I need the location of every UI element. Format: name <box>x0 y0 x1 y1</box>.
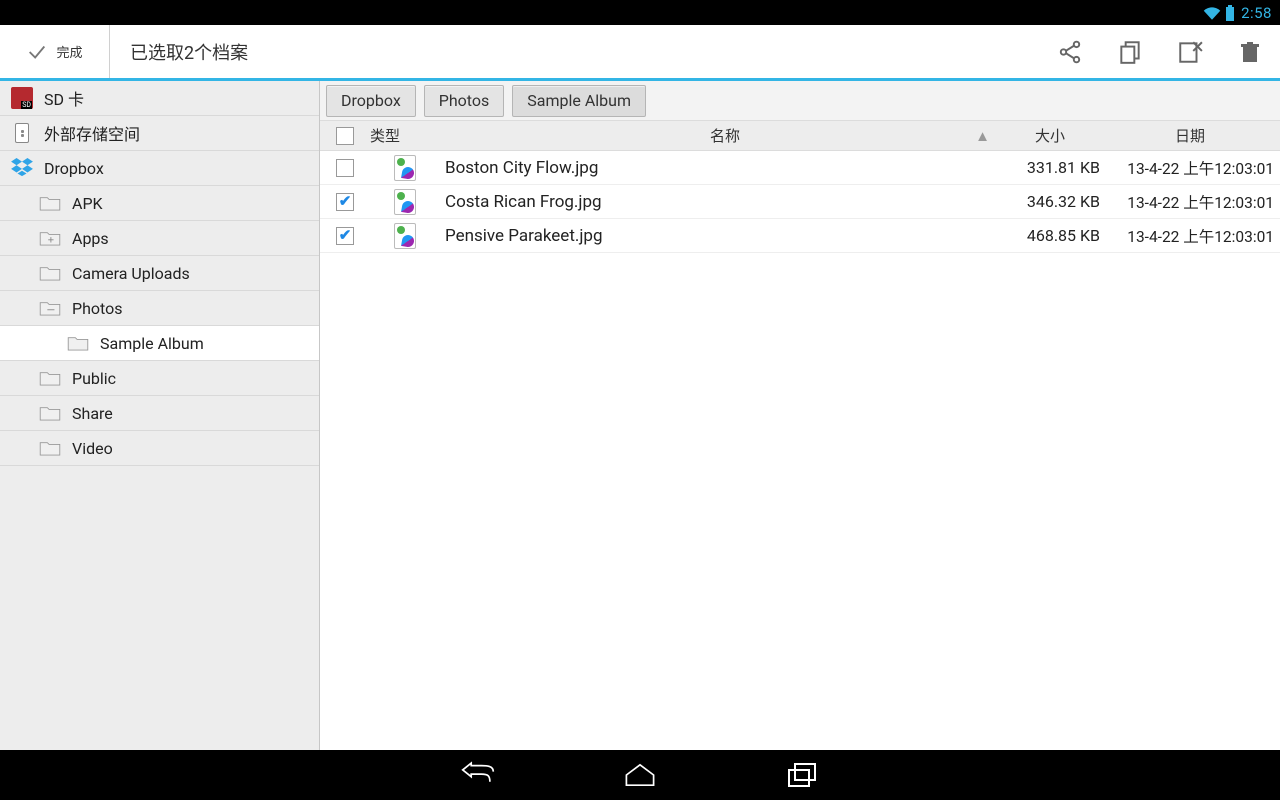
breadcrumb-item[interactable]: Dropbox <box>326 85 416 117</box>
sidebar-item-label: Camera Uploads <box>72 264 190 283</box>
checkbox-icon <box>336 193 354 211</box>
table-row[interactable]: Costa Rican Frog.jpg346.32 KB13-4-22 上午1… <box>320 185 1280 219</box>
status-bar: 2:58 <box>0 0 1280 25</box>
file-type-icon <box>370 223 440 249</box>
file-name: Boston City Flow.jpg <box>440 158 995 178</box>
table-row[interactable]: Boston City Flow.jpg331.81 KB13-4-22 上午1… <box>320 151 1280 185</box>
home-icon <box>623 762 657 788</box>
action-buttons <box>1040 25 1280 78</box>
recents-button[interactable] <box>781 754 823 796</box>
table-row[interactable]: Pensive Parakeet.jpg468.85 KB13-4-22 上午1… <box>320 219 1280 253</box>
sidebar-item-label: SD 卡 <box>44 86 84 110</box>
selection-title: 已选取2个档案 <box>110 39 1040 65</box>
row-checkbox[interactable] <box>320 159 370 177</box>
back-button[interactable] <box>457 754 499 796</box>
folder-icon <box>38 368 62 388</box>
header-name-label: 名称 <box>710 127 740 145</box>
sidebar-item-apps[interactable]: Apps <box>0 221 319 256</box>
check-icon <box>26 41 48 63</box>
sidebar-item-share[interactable]: Share <box>0 396 319 431</box>
header-date[interactable]: 日期 <box>1100 125 1280 146</box>
back-icon <box>461 761 495 789</box>
sort-ascending-icon: ▲ <box>975 127 990 145</box>
sidebar-item-photos[interactable]: Photos <box>0 291 319 326</box>
action-bar: 完成 已选取2个档案 <box>0 25 1280 81</box>
sidebar-item-label: APK <box>72 194 103 213</box>
folder-icon <box>38 438 62 458</box>
dropbox-icon <box>10 158 34 178</box>
file-type-icon <box>370 189 440 215</box>
sidebar-item-sample-album[interactable]: Sample Album <box>0 326 319 361</box>
sidebar-item-dropbox[interactable]: Dropbox <box>0 151 319 186</box>
sidebar-item-label: 外部存储空间 <box>44 121 140 145</box>
cut-button[interactable] <box>1160 25 1220 78</box>
folder-icon <box>38 263 62 283</box>
row-checkbox[interactable] <box>320 227 370 245</box>
sidebar-item-label: Video <box>72 439 113 458</box>
sidebar: SD 卡 外部存储空间 Dropbox APK Apps Camera Uplo… <box>0 81 320 750</box>
content-area: SD 卡 外部存储空间 Dropbox APK Apps Camera Uplo… <box>0 81 1280 750</box>
recents-icon <box>787 762 817 788</box>
file-date: 13-4-22 上午12:03:01 <box>1100 191 1280 213</box>
file-date: 13-4-22 上午12:03:01 <box>1100 157 1280 179</box>
folder-apps-icon <box>38 228 62 248</box>
sidebar-item-camera[interactable]: Camera Uploads <box>0 256 319 291</box>
usb-icon <box>10 123 34 143</box>
sidebar-item-label: Sample Album <box>100 334 204 353</box>
table-header: 类型 名称 ▲ 大小 日期 <box>320 121 1280 151</box>
done-label: 完成 <box>56 42 82 61</box>
sidebar-item-apk[interactable]: APK <box>0 186 319 221</box>
file-pane: Dropbox Photos Sample Album 类型 名称 ▲ 大小 日… <box>320 81 1280 750</box>
sidebar-item-label: Share <box>72 404 113 423</box>
breadcrumb-item[interactable]: Photos <box>424 85 505 117</box>
file-list: Boston City Flow.jpg331.81 KB13-4-22 上午1… <box>320 151 1280 750</box>
sidebar-item-sdcard[interactable]: SD 卡 <box>0 81 319 116</box>
file-size: 346.32 KB <box>995 192 1100 211</box>
done-button[interactable]: 完成 <box>0 25 110 78</box>
sidebar-item-label: Apps <box>72 229 109 248</box>
row-checkbox[interactable] <box>320 193 370 211</box>
file-size: 468.85 KB <box>995 226 1100 245</box>
file-name: Pensive Parakeet.jpg <box>440 226 995 246</box>
breadcrumb-item-current[interactable]: Sample Album <box>512 85 646 117</box>
sidebar-item-label: Dropbox <box>44 159 104 178</box>
header-select-all[interactable] <box>320 127 370 145</box>
header-type[interactable]: 类型 <box>370 125 450 146</box>
wifi-icon <box>1203 6 1221 20</box>
folder-icon <box>38 403 62 423</box>
sidebar-item-label: Photos <box>72 299 123 318</box>
home-button[interactable] <box>619 754 661 796</box>
folder-open-icon <box>38 298 62 318</box>
file-type-icon <box>370 155 440 181</box>
sidebar-item-external[interactable]: 外部存储空间 <box>0 116 319 151</box>
file-date: 13-4-22 上午12:03:01 <box>1100 225 1280 247</box>
sidebar-item-video[interactable]: Video <box>0 431 319 466</box>
sdcard-icon <box>10 88 34 108</box>
battery-icon <box>1225 5 1235 21</box>
share-icon <box>1057 39 1083 65</box>
checkbox-icon <box>336 159 354 177</box>
delete-button[interactable] <box>1220 25 1280 78</box>
header-name[interactable]: 名称 ▲ <box>450 125 1000 146</box>
copy-button[interactable] <box>1100 25 1160 78</box>
breadcrumb: Dropbox Photos Sample Album <box>320 81 1280 121</box>
folder-icon <box>66 333 90 353</box>
system-navbar <box>0 750 1280 800</box>
status-clock: 2:58 <box>1241 4 1272 22</box>
checkbox-icon <box>336 227 354 245</box>
cut-icon <box>1177 39 1203 65</box>
copy-icon <box>1117 39 1143 65</box>
share-button[interactable] <box>1040 25 1100 78</box>
file-name: Costa Rican Frog.jpg <box>440 192 995 212</box>
trash-icon <box>1238 39 1262 65</box>
checkbox-icon <box>336 127 354 145</box>
folder-icon <box>38 193 62 213</box>
sidebar-item-label: Public <box>72 369 116 388</box>
sidebar-item-public[interactable]: Public <box>0 361 319 396</box>
file-size: 331.81 KB <box>995 158 1100 177</box>
header-size[interactable]: 大小 <box>1000 125 1100 146</box>
